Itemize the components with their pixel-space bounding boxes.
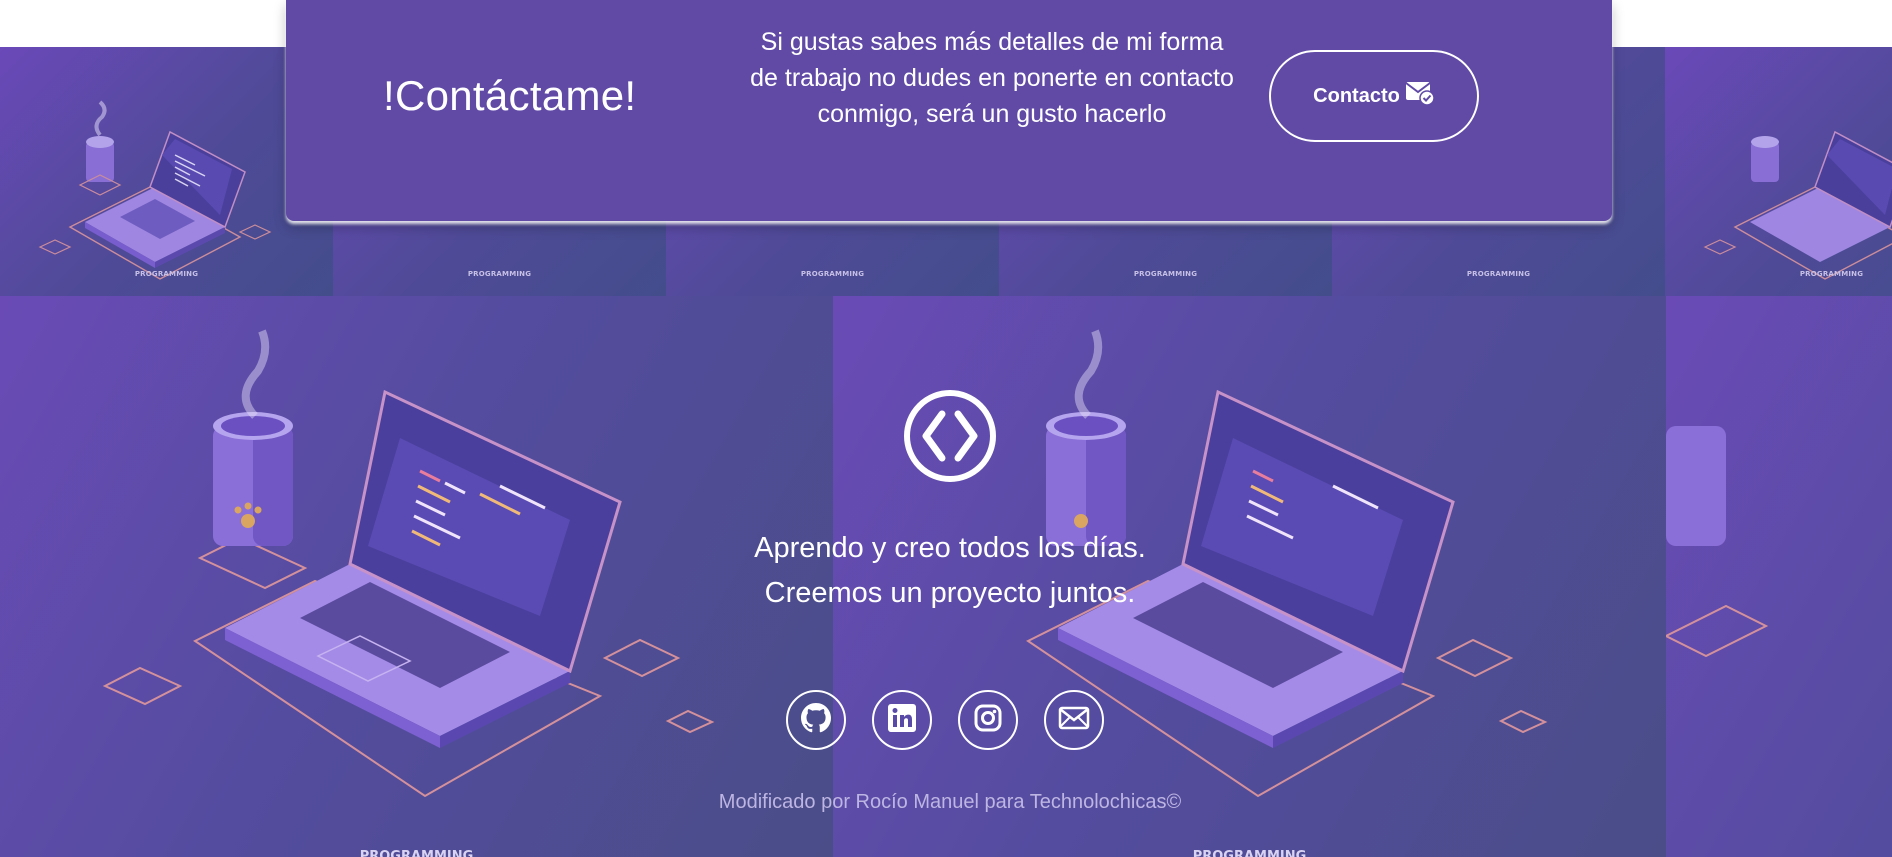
contact-button-label: Contacto [1313,84,1400,107]
social-links [786,690,1104,750]
linkedin-link[interactable] [872,690,932,750]
tagline: Aprendo y creo todos los días. Creemos u… [700,526,1200,616]
contact-description: Si gustas sabes más detalles de mi forma… [750,28,1234,128]
contact-button[interactable]: Contacto [1269,50,1479,142]
programming-label: PROGRAMMING [1466,270,1531,278]
programming-label: PROGRAMMING [467,270,532,278]
tagline-line-1: Aprendo y creo todos los días. [754,532,1146,564]
mail-icon [1058,706,1090,735]
envelope-check-icon [1405,80,1435,112]
tagline-line-2: Creemos un proyecto juntos. [764,577,1136,609]
email-link[interactable] [1044,690,1104,750]
programming-label: PROGRAMMING [800,270,865,278]
programming-label: PROGRAMMING [1133,270,1198,278]
programming-illustration-tile: PROGRAMMING [1665,47,1892,296]
programming-illustration-tile: PROGRAMMING [0,47,333,296]
programming-label: PROGRAMMING [1192,849,1307,857]
programming-label: PROGRAMMING [359,849,474,857]
github-icon [801,702,831,738]
linkedin-icon [886,702,918,739]
contact-banner: !Contáctame! Si gustas sabes más detalle… [286,0,1612,221]
footer-credit: Modificado por Rocío Manuel para Technol… [718,791,1182,813]
github-link[interactable] [786,690,846,750]
contact-title: !Contáctame! [383,72,637,119]
programming-label: PROGRAMMING [1799,270,1864,278]
instagram-icon [973,703,1003,738]
programming-label: PROGRAMMING [134,270,199,278]
instagram-link[interactable] [958,690,1018,750]
code-brackets-icon [902,388,998,484]
programming-illustration-large [1666,296,1892,857]
